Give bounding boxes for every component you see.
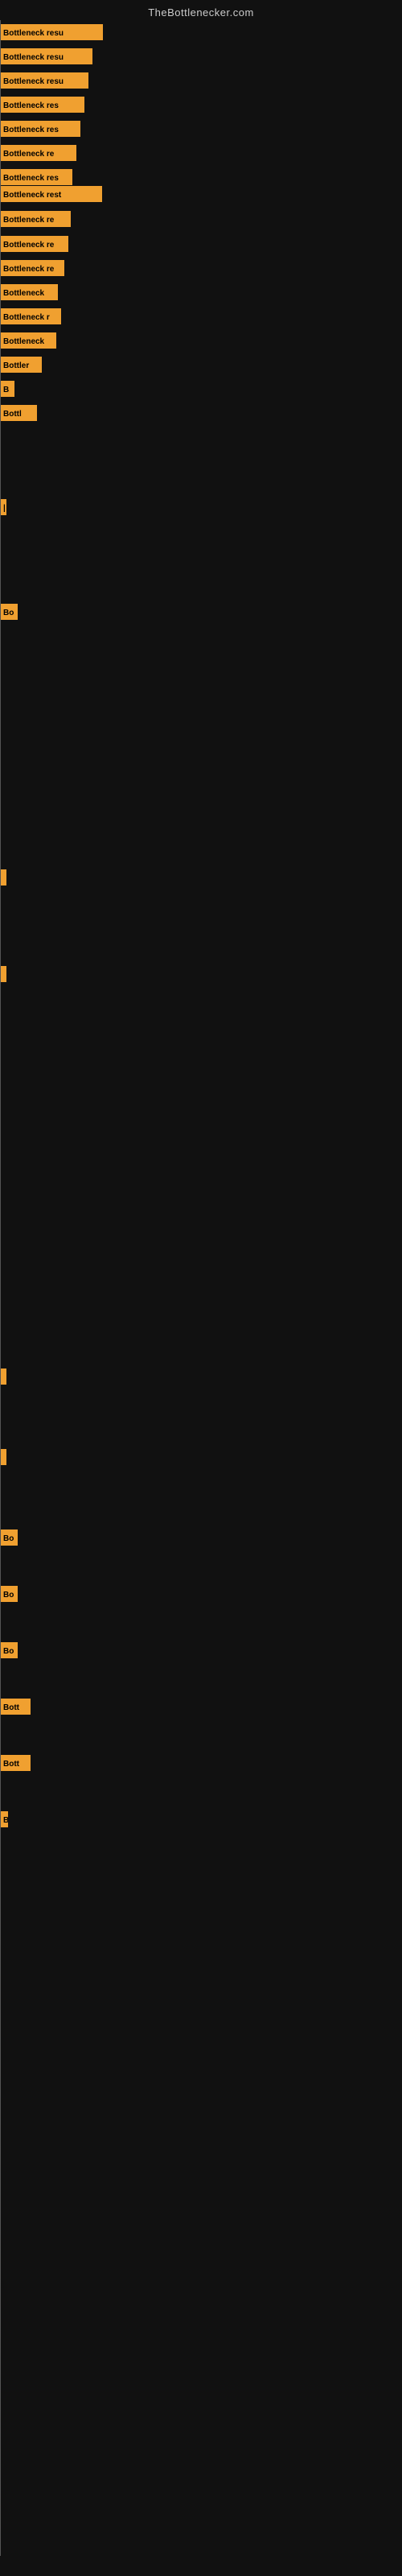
bar-item-24: Bo [0, 1586, 18, 1602]
bar-item-19 [0, 869, 6, 886]
bar-item-7: Bottleneck rest [0, 186, 102, 202]
bar-item-28: B [0, 1811, 8, 1827]
bar-item-3: Bottleneck res [0, 97, 84, 113]
bar-item-14: Bottler [0, 357, 42, 373]
bar-item-4: Bottleneck res [0, 121, 80, 137]
bar-item-16: Bottl [0, 405, 37, 421]
bar-item-2: Bottleneck resu [0, 72, 88, 89]
bar-item-13: Bottleneck [0, 332, 56, 349]
bar-item-26: Bott [0, 1699, 31, 1715]
bar-item-22 [0, 1449, 6, 1465]
bar-item-17: | [0, 499, 6, 515]
bar-item-5: Bottleneck re [0, 145, 76, 161]
bar-item-1: Bottleneck resu [0, 48, 92, 64]
bar-item-8: Bottleneck re [0, 211, 71, 227]
bar-item-12: Bottleneck r [0, 308, 61, 324]
bar-item-6: Bottleneck res [0, 169, 72, 185]
bar-item-0: Bottleneck resu [0, 24, 103, 40]
bar-item-27: Bott [0, 1755, 31, 1771]
bar-item-11: Bottleneck [0, 284, 58, 300]
bar-item-21 [0, 1368, 6, 1385]
bar-item-15: B [0, 381, 14, 397]
bar-item-23: Bo [0, 1530, 18, 1546]
axis-line [0, 20, 1, 2556]
bar-item-9: Bottleneck re [0, 236, 68, 252]
bar-item-25: Bo [0, 1642, 18, 1658]
bar-item-18: Bo [0, 604, 18, 620]
bar-item-20 [0, 966, 6, 982]
bar-item-10: Bottleneck re [0, 260, 64, 276]
